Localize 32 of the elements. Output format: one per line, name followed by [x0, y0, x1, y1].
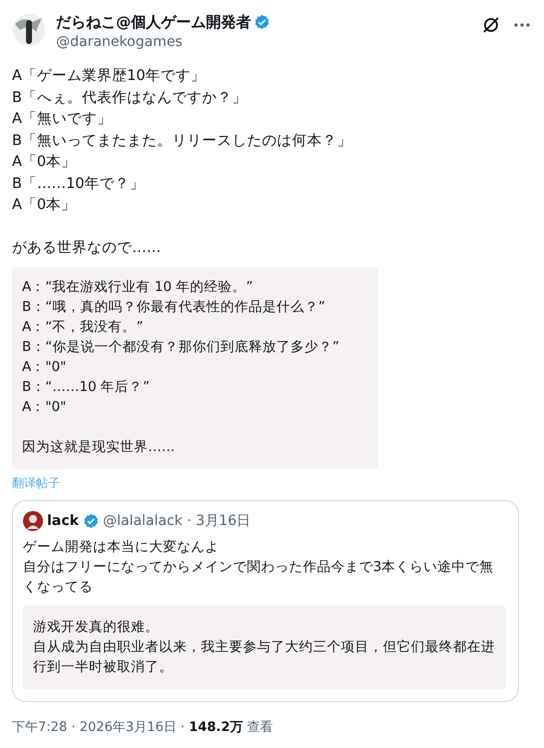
translation-line: A：“不，我没有。” [22, 319, 144, 335]
post-meta: 下午7:28 · 2026年3月16日 · 148.2万 查看 [12, 719, 274, 736]
translation-line: 游戏开发真的很难。 [33, 618, 160, 637]
translation-line: B：“你是说一个都没有？那你们到底释放了多少？” [22, 339, 340, 355]
translation-line: 因为这就是现实世界…… [22, 439, 175, 455]
post-text-line: B「へぇ。代表作はなんですか？」 [12, 88, 248, 108]
translation-line: 自从成为自由职业者以来，我主要参与了大约三个项目，但它们最终都在进行到一半时被取消了。 [33, 638, 496, 677]
post-text-line: A「無いです」 [12, 110, 113, 129]
author-name[interactable]: だらねこ@個人ゲーム開発者 [56, 12, 251, 32]
avatar[interactable] [12, 12, 46, 48]
quoted-author-name[interactable]: lack [47, 513, 79, 529]
translation-line: A：“我在游戏行业有 10 年的经验。” [22, 279, 253, 295]
quoted-post-card[interactable]: lack @lalalalack · 3月16日 ゲーム開発は本当に大変なんよ 自分はフリーになってからメインで関わった作品今まで3本くらい途中で無くなってる 游戏开发真的很难。 自从成为自由职业者以来，我主要参与了大约三个项目，但它们最终都在进行到一半时被取消了。 [12, 500, 519, 702]
translation-line: A："0" [22, 359, 66, 375]
more-icon[interactable] [514, 23, 530, 27]
author-handle[interactable]: @daranekogames [56, 32, 472, 52]
verified-badge-icon [254, 14, 270, 30]
translation-line: B：“……10 年后？” [22, 379, 150, 395]
quoted-text-line: 自分はフリーになってからメインで関わった作品今まで3本くらい途中で無くなってる [23, 558, 495, 597]
quoted-avatar[interactable] [23, 511, 43, 531]
quoted-handle-date: @lalalalack · 3月16日 [102, 512, 251, 530]
post-text-line: A「0本」 [12, 153, 78, 172]
post-text-line: B「無いってまたまた。リリースしたのは何本？」 [12, 132, 353, 150]
translation-line: A："0" [22, 399, 66, 415]
post-text-line: A「ゲーム業界歴10年です」 [12, 67, 206, 86]
grok-icon[interactable] [482, 16, 500, 34]
quoted-text-line: ゲーム開発は本当に大変なんよ [23, 538, 220, 557]
post-text-line: A「0本」 [12, 196, 78, 215]
translation-line: B：“哦，真的吗？你最有代表性的作品是什么？” [22, 299, 326, 315]
post-text-line: がある世界なので…… [12, 238, 162, 258]
post-text-line: B「……10年で？」 [12, 174, 146, 194]
verified-badge-icon [82, 513, 99, 529]
